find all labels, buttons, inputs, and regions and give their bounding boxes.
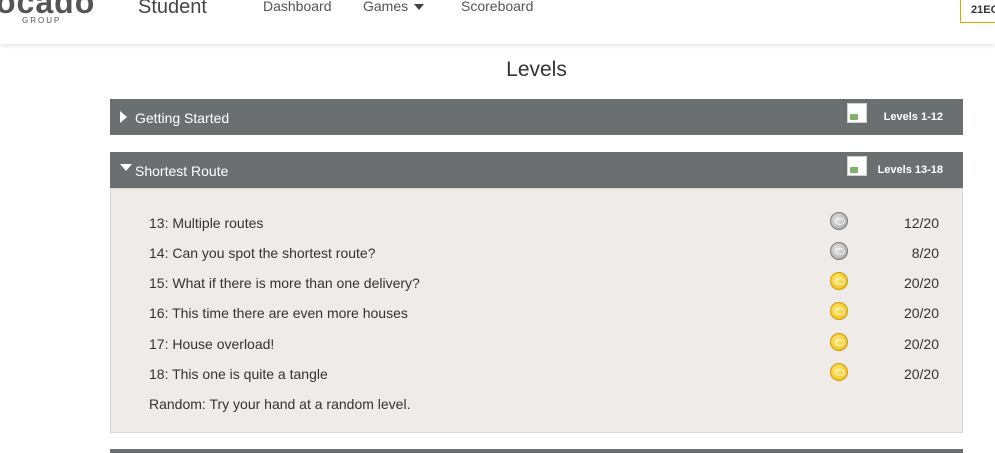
nav-scoreboard[interactable]: Scoreboard [461, 0, 533, 14]
role-label: Student [138, 0, 207, 18]
level-name: Random: Try your hand at a random level. [149, 396, 411, 412]
nav-games-label: Games [363, 0, 409, 14]
episode-image-icon [847, 156, 867, 176]
silver-medal-icon [830, 212, 848, 230]
chevron-down-icon [414, 4, 425, 11]
level-name: 17: House overload! [149, 336, 275, 352]
user-menu-button[interactable]: 21EC [960, 0, 995, 23]
level-name: 16: This time there are even more houses [149, 305, 408, 321]
logo-subtext: GROUP [22, 16, 62, 25]
level-score: 20/20 [903, 275, 939, 291]
caret-right-icon [120, 111, 127, 123]
level-score: 12/20 [903, 215, 939, 231]
level-score: 8/20 [911, 245, 939, 261]
episode-level-range: Levels 13-18 [877, 164, 943, 176]
episode-level-range: Levels 1-12 [883, 111, 943, 123]
nav-dashboard[interactable]: Dashboard [263, 0, 332, 14]
level-score: 20/20 [903, 336, 939, 352]
silver-medal-icon [830, 242, 848, 260]
episode-levels-list: 13: Multiple routes 12/20 14: Can you sp… [110, 188, 963, 433]
gold-medal-icon [830, 363, 848, 381]
caret-down-icon [120, 164, 132, 171]
level-score: 20/20 [903, 366, 939, 382]
next-episode-header-edge[interactable] [110, 449, 963, 453]
episode-title: Getting Started [135, 110, 230, 126]
level-name: 13: Multiple routes [149, 215, 264, 231]
episode-title: Shortest Route [135, 163, 229, 179]
level-name: 18: This one is quite a tangle [149, 366, 328, 382]
level-row-14[interactable]: 14: Can you spot the shortest route? 8/2… [149, 242, 939, 264]
level-row-17[interactable]: 17: House overload! 20/20 [149, 333, 939, 355]
nav-games[interactable]: Games [363, 0, 425, 14]
gold-medal-icon [830, 333, 848, 351]
level-row-15[interactable]: 15: What if there is more than one deliv… [149, 272, 939, 294]
ocado-logo[interactable]: ocado GROUP [0, 0, 94, 34]
level-row-16[interactable]: 16: This time there are even more houses… [149, 302, 939, 324]
random-level-link[interactable]: Random: Try your hand at a random level. [149, 393, 939, 415]
level-row-18[interactable]: 18: This one is quite a tangle 20/20 [149, 363, 939, 385]
gold-medal-icon [830, 302, 848, 320]
page-title: Levels [506, 58, 567, 81]
episode-shortest-route-header[interactable]: Shortest Route Levels 13-18 [110, 152, 963, 188]
episode-getting-started-header[interactable]: Getting Started Levels 1-12 [110, 99, 963, 135]
level-name: 14: Can you spot the shortest route? [149, 245, 376, 261]
level-score: 20/20 [903, 305, 939, 321]
level-row-13[interactable]: 13: Multiple routes 12/20 [149, 212, 939, 234]
episode-image-icon [847, 103, 867, 123]
level-name: 15: What if there is more than one deliv… [149, 275, 420, 291]
top-nav-bar: ocado GROUP Student Dashboard Games Scor… [0, 0, 995, 44]
gold-medal-icon [830, 272, 848, 290]
